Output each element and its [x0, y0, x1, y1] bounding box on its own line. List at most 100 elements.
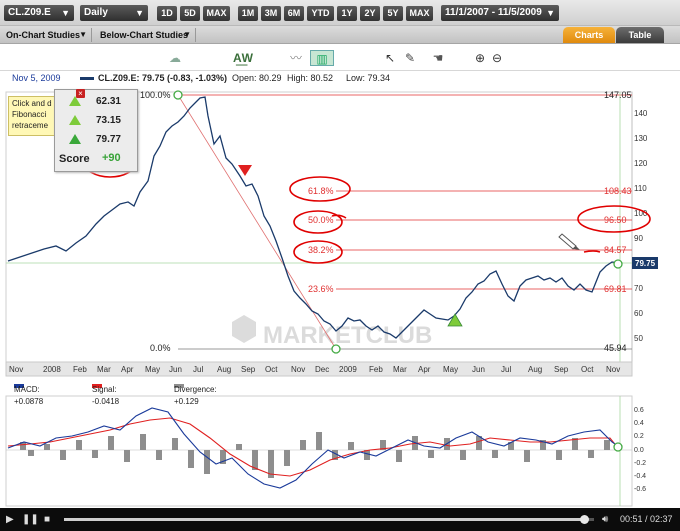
time-tick: Sep [554, 365, 569, 374]
play-icon[interactable]: ▶ [6, 508, 14, 531]
macd-tick: 0.6 [634, 407, 644, 414]
macd-tick: 0.2 [634, 433, 644, 440]
chevron-down-icon: ▼ [135, 8, 144, 18]
fib-end-handle-icon[interactable] [331, 344, 341, 354]
price-tick: 120 [634, 159, 648, 168]
period-3m-button[interactable]: 3M [261, 6, 281, 21]
score-label: Score [59, 153, 90, 165]
fib-start-handle-icon[interactable] [173, 90, 183, 100]
below-chart-studies-label: Below-Chart Studies [100, 30, 189, 40]
quote-info-bar: Nov 5, 2009 CL.Z09.E: 79.75 (-0.83, -1.0… [0, 71, 680, 86]
time-tick: Apr [418, 365, 431, 374]
period-6m-button[interactable]: 6M [284, 6, 304, 21]
video-player-bar: ▶ ❚❚ ■ 🔊︎ 00:51 / 02:37 [0, 508, 680, 531]
interval-dropdown[interactable]: Daily ▼ [80, 5, 148, 21]
stop-icon[interactable]: ■ [44, 508, 50, 531]
hand-icon[interactable]: ☚ [426, 50, 450, 66]
on-chart-studies-dropdown[interactable]: On-Chart Studies ▼ [2, 28, 92, 42]
chevron-down-icon: ▼ [183, 30, 191, 39]
time-tick: Feb [73, 365, 87, 374]
time-tick: Aug [217, 365, 231, 374]
period-1m-button[interactable]: 1M [238, 6, 258, 21]
draw-icon[interactable]: ✎ [398, 50, 422, 66]
period-2y-button[interactable]: 2Y [360, 6, 380, 21]
symbol-dropdown[interactable]: CL.Z09.E ▼ [4, 5, 74, 21]
seek-progress [64, 518, 584, 521]
period-ytd-button[interactable]: YTD [307, 6, 334, 21]
macd-panel [5, 395, 633, 507]
tip-line: retraceme [12, 121, 49, 130]
price-tick: 60 [634, 309, 643, 318]
fib-pct-100: 100.0% [140, 90, 171, 100]
time-tick: Jun [169, 365, 182, 374]
zoom-out-icon[interactable]: ⊖ [489, 50, 505, 66]
time-tick: Feb [369, 365, 383, 374]
time-tick: Mar [97, 365, 111, 374]
period-1y-button[interactable]: 1Y [337, 6, 357, 21]
time-tick: 2009 [339, 365, 357, 374]
seek-handle[interactable] [580, 515, 589, 524]
below-chart-studies-dropdown[interactable]: Below-Chart Studies ▼ [96, 28, 196, 42]
on-chart-studies-label: On-Chart Studies [6, 30, 81, 40]
score-value: +90 [102, 152, 121, 164]
chevron-down-icon: ▼ [79, 30, 87, 39]
candlestick-icon[interactable]: ▥ [310, 50, 334, 66]
fib-pct-500: 50.0% [308, 215, 334, 225]
period-5d-button[interactable]: 5D [180, 6, 200, 21]
trend-up-icon [69, 115, 81, 125]
period-max-button[interactable]: MAX [406, 6, 433, 21]
score-row: 79.77 [55, 131, 137, 149]
volume-icon[interactable]: 🔊︎ [602, 508, 608, 531]
signal-legend-text: Signal: -0.0418 [92, 385, 120, 406]
fib-val-0: 45.94 [604, 343, 627, 353]
fib-pct-618: 61.8% [308, 186, 334, 196]
close-icon[interactable]: × [76, 89, 85, 98]
tab-charts[interactable]: Charts [563, 27, 615, 43]
time-tick: Oct [581, 365, 594, 374]
quote-date: Nov 5, 2009 [12, 73, 61, 83]
divergence-legend-text: Divergence: +0.129 [174, 385, 217, 406]
score-row-value: 79.77 [95, 134, 121, 145]
fib-pct-0: 0.0% [150, 343, 171, 353]
macd-tick: 0.0 [634, 447, 644, 454]
drawing-tools-bar: ☁ A͟W 〰 ▥ ↖ ✎ ☚ ⊕ ⊖ [0, 45, 680, 71]
time-tick: Jun [472, 365, 485, 374]
fib-pct-236: 23.6% [308, 284, 334, 294]
price-tick: 140 [634, 109, 648, 118]
macd-tick: -0.4 [634, 473, 646, 480]
fib-val-100: 147.05 [604, 90, 632, 100]
period-1d-button[interactable]: 1D [157, 6, 177, 21]
symbol-value: CL.Z09.E [8, 7, 51, 18]
tip-line: Fibonacci [12, 110, 47, 119]
last-price-marker-icon [613, 259, 623, 269]
cloud-icon[interactable]: ☁ [164, 50, 186, 66]
score-row-value: 62.31 [95, 96, 121, 107]
time-tick: Nov [291, 365, 305, 374]
pause-icon[interactable]: ❚❚ [22, 508, 39, 531]
cursor-icon[interactable]: ↖ [382, 50, 398, 66]
date-range-dropdown[interactable]: 11/1/2007 - 11/5/2009 ▼ [441, 5, 559, 21]
price-tick: 50 [634, 334, 643, 343]
quote-summary: CL.Z09.E: 79.75 (-0.83, -1.03%) [98, 73, 228, 83]
time-tick: Nov [9, 365, 23, 374]
price-tick: 70 [634, 284, 643, 293]
wave-pattern-icon[interactable]: A͟W [226, 50, 260, 66]
line-chart-icon[interactable]: 〰 [284, 50, 308, 66]
period-max-intraday-button[interactable]: MAX [203, 6, 230, 21]
macd-tick: 0.4 [634, 420, 644, 427]
macd-tick: -0.2 [634, 460, 646, 467]
fib-val-618: 108.43 [604, 186, 632, 196]
time-tick: Sep [241, 365, 256, 374]
time-tick: Nov [606, 365, 620, 374]
time-tick: 2008 [43, 365, 61, 374]
interval-value: Daily [84, 7, 108, 18]
tab-table[interactable]: Table [616, 27, 664, 43]
zoom-in-icon[interactable]: ⊕ [472, 50, 488, 66]
trend-up-icon [69, 134, 81, 144]
score-panel: 62.31 73.15 79.77 Score +90 [54, 89, 138, 172]
macd-tick: -0.6 [634, 486, 646, 493]
time-tick: Jul [193, 365, 203, 374]
period-5y-button[interactable]: 5Y [383, 6, 403, 21]
fib-pct-382: 38.2% [308, 245, 334, 255]
macd-axis: 0.6 0.4 0.2 0.0 -0.2 -0.4 -0.6 [634, 407, 646, 493]
